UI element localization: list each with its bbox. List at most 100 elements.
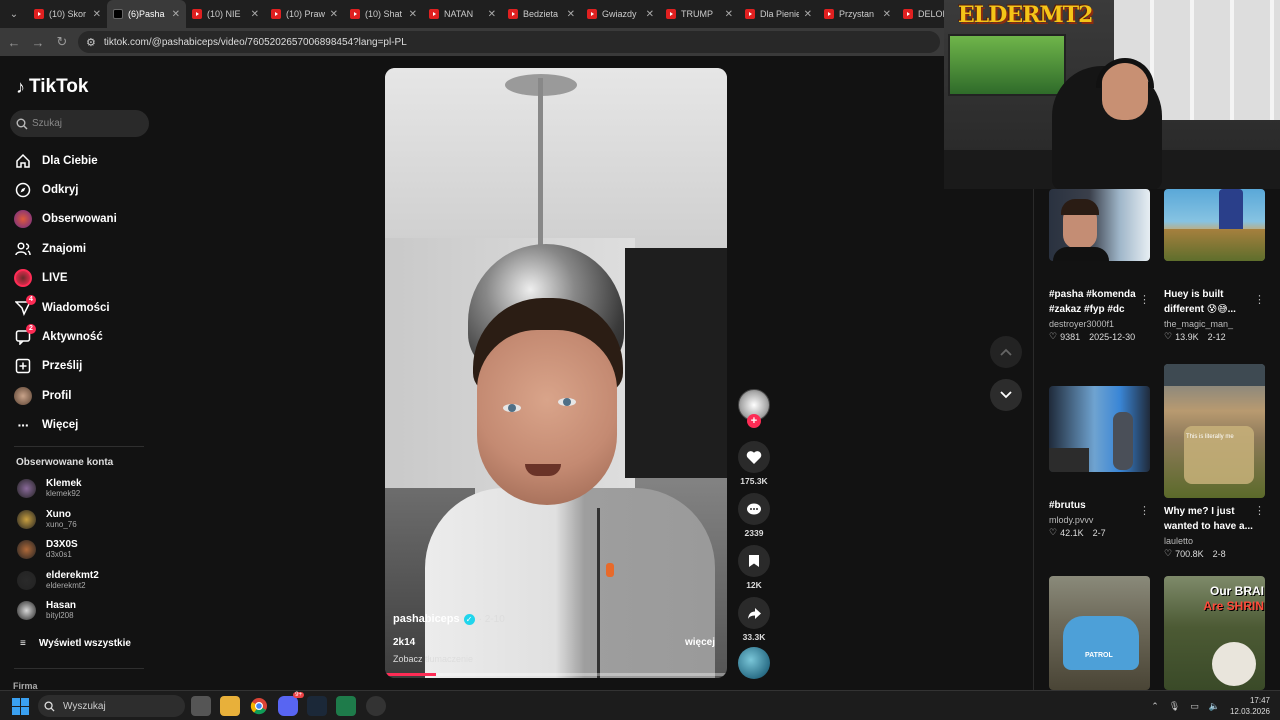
sidebar-item-messages[interactable]: 4 Wiadomości	[14, 293, 154, 322]
steam-icon[interactable]	[307, 696, 327, 716]
share-button[interactable]: 33.3K	[737, 597, 771, 642]
clock-date: 12.03.2026	[1229, 707, 1270, 716]
more-button[interactable]: więcej	[685, 637, 715, 648]
sidebar-item-compass[interactable]: Odkryj	[14, 175, 154, 204]
close-tab-icon[interactable]: ✕	[725, 9, 733, 20]
discord-icon[interactable]: 9+	[278, 692, 304, 716]
translate-link[interactable]: Zobacz tłumaczenie	[393, 654, 473, 664]
card-menu-icon[interactable]: ⋮	[1139, 504, 1150, 517]
tiktok-note-icon: ♪	[16, 76, 25, 97]
sidebar-item-activity[interactable]: 2 Aktywność	[14, 322, 154, 351]
sidebar-item-label: LIVE	[42, 272, 68, 285]
microphone-icon[interactable]: 🎙	[1169, 701, 1180, 712]
close-tab-icon[interactable]: ✕	[93, 9, 101, 20]
heart-outline-icon: ♡	[1164, 548, 1173, 558]
card-likes: 42.1K	[1060, 527, 1084, 538]
following-account[interactable]: Hasan bityl208	[17, 600, 76, 621]
sidebar-item-more-dots[interactable]: ··· Więcej	[14, 411, 154, 440]
follow-button[interactable]: +	[747, 414, 761, 428]
close-tab-icon[interactable]: ✕	[330, 9, 338, 20]
divider	[14, 446, 144, 447]
card-menu-icon[interactable]: ⋮	[1254, 293, 1265, 306]
close-tab-icon[interactable]: ✕	[409, 9, 417, 20]
feed-card[interactable]: ⋮ #brutus mlody.pvvv ♡ 42.1K 2-7	[1049, 386, 1150, 538]
browser-tab[interactable]: Bedzieta ✕	[502, 0, 581, 28]
browser-tab[interactable]: TRUMP ✕	[660, 0, 739, 28]
browser-tab[interactable]: Przystan ✕	[818, 0, 897, 28]
volume-icon[interactable]: 🔈	[1209, 701, 1220, 712]
clock[interactable]: 17:47 12.03.2026	[1230, 695, 1270, 717]
back-button[interactable]: ←	[2, 28, 26, 56]
close-tab-icon[interactable]: ✕	[251, 9, 259, 20]
browser-tab[interactable]: (10) Shat ✕	[344, 0, 423, 28]
youtube-icon	[903, 9, 913, 19]
tab-search-button[interactable]: ⌄	[0, 0, 28, 28]
windows-start-icon[interactable]	[12, 698, 29, 715]
browser-tab[interactable]: NATAN ✕	[423, 0, 502, 28]
url-field[interactable]: ⚙ tiktok.com/@pashabiceps/video/76052026…	[78, 31, 940, 53]
close-tab-icon[interactable]: ✕	[488, 9, 496, 20]
card-stats: ♡ 9381 2025-12-30	[1049, 331, 1150, 342]
feed-card[interactable]: ⋮ Huey is built different 😰😅... the_magi…	[1164, 189, 1265, 342]
sidebar-item-friends[interactable]: Znajomi	[14, 234, 154, 263]
task-view-icon[interactable]	[191, 696, 211, 716]
forward-button[interactable]: →	[26, 28, 50, 56]
browser-tab[interactable]: (10) Skor ✕	[28, 0, 107, 28]
browser-tab[interactable]: (10) NIE ✕	[186, 0, 265, 28]
thumb-overlay-text: PATROL	[1085, 652, 1113, 659]
video-player[interactable]: pashabiceps ✓ · 2-10 2k14 więcej Zobacz …	[385, 68, 727, 678]
youtube-icon	[666, 9, 676, 19]
card-menu-icon[interactable]: ⋮	[1139, 293, 1150, 306]
save-button[interactable]: 12K	[737, 545, 771, 590]
sidebar-item-profile-avatar[interactable]: Profil	[14, 381, 154, 410]
excel-icon[interactable]	[336, 696, 356, 716]
file-explorer-icon[interactable]	[220, 696, 240, 716]
sidebar-item-home[interactable]: Dla Ciebie	[14, 146, 154, 175]
next-video-button[interactable]	[990, 379, 1022, 411]
feed-card[interactable]: Our BRAI Are SHRIN	[1164, 576, 1265, 690]
browser-tab[interactable]: Gwiazdy ✕	[581, 0, 660, 28]
tiktok-logo[interactable]: ♪ TikTok	[16, 76, 88, 98]
following-account[interactable]: elderekmt2 elderekmt2	[17, 570, 99, 591]
network-icon[interactable]: ▭	[1190, 701, 1199, 712]
tab-label: Dla Pienie	[760, 9, 799, 19]
feed-card[interactable]: This is literally me ⋮ Why me? I just wa…	[1164, 364, 1265, 559]
browser-tab[interactable]: Dla Pienie ✕	[739, 0, 818, 28]
music-disc-icon[interactable]	[738, 647, 770, 679]
site-info-icon[interactable]: ⚙	[86, 36, 96, 49]
following-account[interactable]: Xuno xuno_76	[17, 509, 77, 530]
close-tab-icon[interactable]: ✕	[804, 9, 812, 20]
chrome-icon[interactable]	[249, 696, 269, 716]
comment-button[interactable]: 2339	[737, 493, 771, 538]
feed-card[interactable]: ⋮ #pasha #komenda #zakaz #fyp #dc destro…	[1049, 189, 1150, 342]
reload-button[interactable]: ↻	[50, 28, 74, 56]
like-button[interactable]: 175.3K	[737, 441, 771, 486]
following-account[interactable]: D3X0S d3x0s1	[17, 539, 78, 560]
following-account[interactable]: Klemek klemek92	[17, 478, 82, 499]
sidebar-item-following-avatar[interactable]: Obserwowani	[14, 205, 154, 234]
sidebar-item-upload[interactable]: Prześlij	[14, 352, 154, 381]
taskbar-search[interactable]: Wyszukaj	[38, 695, 185, 717]
obs-icon[interactable]	[366, 696, 386, 716]
chevron-up-icon[interactable]: ⌃	[1151, 701, 1159, 712]
list-icon: ≡	[20, 638, 26, 649]
close-tab-icon[interactable]: ✕	[567, 9, 575, 20]
card-menu-icon[interactable]: ⋮	[1254, 504, 1265, 517]
close-tab-icon[interactable]: ✕	[646, 9, 654, 20]
previous-video-button[interactable]	[990, 336, 1022, 368]
feed-card[interactable]: PATROL	[1049, 576, 1150, 690]
close-tab-icon[interactable]: ✕	[172, 9, 180, 20]
video-frame-eye	[558, 398, 576, 406]
footer-company-link[interactable]: Firma	[13, 681, 38, 690]
search-input[interactable]: Szukaj	[10, 110, 149, 137]
webcam-logo: ELDERMT2	[958, 2, 1093, 28]
video-author[interactable]: pashabiceps ✓ · 2-10	[393, 613, 505, 625]
close-tab-icon[interactable]: ✕	[883, 9, 891, 20]
browser-tab[interactable]: (10) Praw ✕	[265, 0, 344, 28]
thumb-overlay-text: Our BRAI	[1210, 584, 1264, 598]
browser-tab[interactable]: (6)Pasha ✕	[107, 0, 186, 28]
sidebar-item-live[interactable]: LIVE	[14, 264, 154, 293]
video-progress-bar[interactable]	[385, 673, 727, 676]
account-name: Hasan	[46, 600, 77, 611]
show-all-link[interactable]: ≡ Wyświetl wszystkie	[20, 638, 131, 649]
